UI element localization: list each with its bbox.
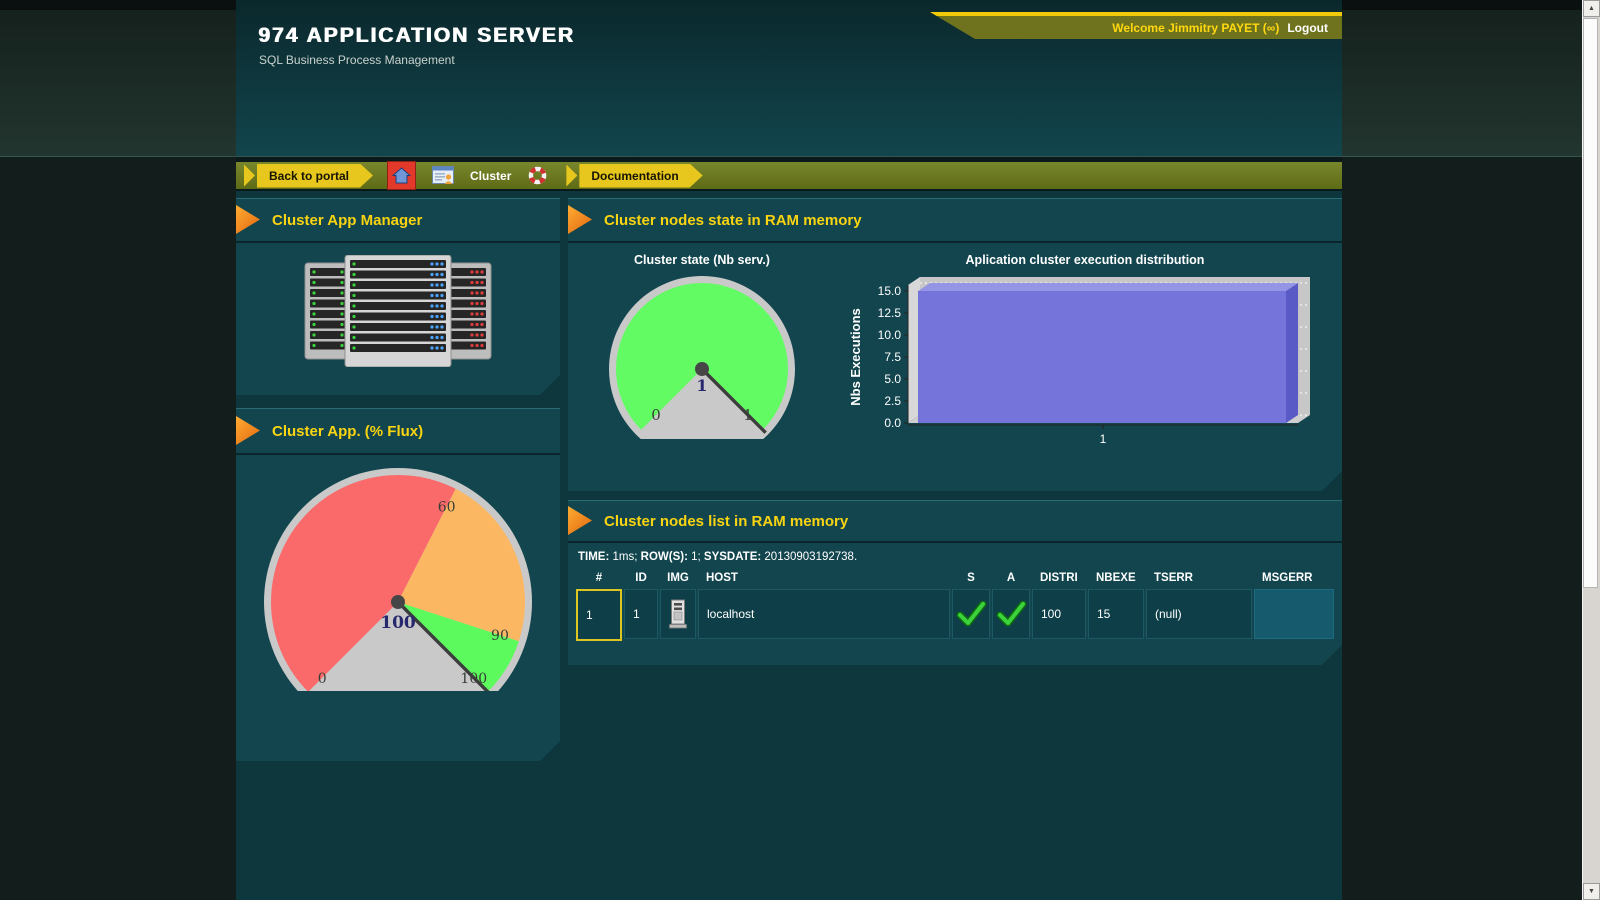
welcome-text: Welcome Jimmitry PAYET (∞) (1112, 21, 1279, 35)
session-banner: Welcome Jimmitry PAYET (∞) Logout (930, 12, 1342, 39)
page-header: 974 APPLICATION SERVER SQL Business Proc… (236, 0, 1342, 156)
nav-home-button[interactable] (387, 161, 416, 190)
cell-img (660, 589, 696, 639)
svg-text:10.0: 10.0 (878, 328, 902, 342)
svg-text:60: 60 (438, 499, 456, 515)
panel-header: Cluster App. (% Flux) (236, 409, 560, 455)
panel-header: Cluster nodes state in RAM memory (568, 199, 1342, 243)
nav-documentation[interactable]: Documentation (579, 164, 702, 188)
panel-nodes-state: Cluster nodes state in RAM memory Cluste… (568, 198, 1342, 491)
panel-title: Cluster nodes state in RAM memory (604, 212, 862, 229)
nav-cluster-item[interactable]: Cluster (470, 169, 511, 183)
home-icon (392, 167, 411, 184)
panel-header: Cluster nodes list in RAM memory (568, 501, 1342, 543)
green-check-icon (955, 601, 987, 627)
svg-text:1: 1 (696, 376, 707, 395)
stat-sysdate-value: 20130903192738. (764, 551, 857, 563)
panel-title: Cluster App Manager (272, 212, 422, 229)
report-icon (432, 166, 454, 186)
cell-s-status (952, 589, 990, 639)
col-a: A (992, 569, 1030, 587)
col-img: IMG (660, 569, 696, 587)
col-id: ID (624, 569, 658, 587)
chart-title: Aplication cluster execution distributio… (966, 253, 1205, 267)
col-tserr: TSERR (1146, 569, 1252, 587)
charts-row: Cluster state (Nb serv.) 0 1 1 Aplication … (568, 243, 1342, 454)
panel-title: Cluster nodes list in RAM memory (604, 513, 848, 530)
svg-text:0: 0 (318, 671, 327, 687)
scroll-thumb[interactable] (1583, 18, 1598, 588)
col-msgerr: MSGERR (1254, 569, 1334, 587)
green-check-icon (995, 601, 1027, 627)
scroll-down-button[interactable]: ▼ (1583, 883, 1600, 900)
panel-cluster-app-flux: Cluster App. (% Flux) 06090100100 (236, 408, 560, 761)
chevron-tip (244, 165, 255, 187)
main-navbar: Back to portal Cluster (236, 162, 1342, 191)
scrollbar[interactable]: ▲ ▼ (1582, 0, 1600, 900)
query-stats: TIME: 1ms; ROW(S): 1; SYSDATE: 201309031… (578, 551, 1342, 563)
flux-gauge-chart: 06090100100 (236, 463, 560, 691)
panel-nodes-list: Cluster nodes list in RAM memory TIME: 1… (568, 500, 1342, 665)
cell-tserr: (null) (1146, 589, 1252, 639)
host-computer-icon (668, 599, 688, 629)
app-subtitle: SQL Business Process Management (259, 53, 455, 67)
col-host: HOST (698, 569, 950, 587)
scroll-up-button[interactable]: ▲ (1583, 0, 1600, 17)
svg-text:Nbs Executions: Nbs Executions (848, 308, 863, 406)
svg-text:0: 0 (651, 406, 661, 424)
cell-host: localhost (698, 589, 950, 639)
panel-arrow-icon (236, 416, 260, 445)
cell-a-status (992, 589, 1030, 639)
logout-link[interactable]: Logout (1287, 21, 1328, 35)
panel-arrow-icon (236, 205, 260, 234)
panel-arrow-icon (568, 506, 592, 535)
chart-title: Cluster state (Nb serv.) (634, 253, 770, 267)
col-num: # (576, 569, 622, 587)
col-s: S (952, 569, 990, 587)
execution-bar-chart: 0.0 2.5 5.0 7.5 10.0 12.5 15.0 1 Nbs Executions (846, 271, 1324, 454)
cell-id: 1 (624, 589, 658, 639)
cell-msgerr (1254, 589, 1334, 639)
bar-chart-block: Aplication cluster execution distributio… (828, 243, 1342, 454)
stat-time-label: TIME: (578, 551, 609, 563)
svg-text:0.0: 0.0 (884, 416, 901, 430)
panel-cluster-app-manager: Cluster App Manager (236, 198, 560, 395)
server-rack-image (236, 255, 560, 367)
col-distri: DISTRI (1032, 569, 1086, 587)
stat-time-value: 1ms; (613, 551, 638, 563)
nav-report-button[interactable] (432, 166, 454, 186)
svg-text:15.0: 15.0 (878, 284, 902, 298)
nodes-table[interactable]: # ID IMG HOST S A DISTRI NBEXE TSERR MSG… (576, 569, 1334, 641)
app-logo: 974 APPLICATION SERVER (258, 24, 575, 48)
state-gauge-block: Cluster state (Nb serv.) 011 (582, 243, 822, 444)
panel-header: Cluster App Manager (236, 199, 560, 243)
state-gauge-chart: 011 (607, 269, 797, 444)
header-divider (0, 156, 1600, 157)
nav-back-to-portal[interactable]: Back to portal (257, 164, 373, 188)
svg-text:5.0: 5.0 (884, 372, 901, 386)
nav-help-button[interactable] (527, 165, 548, 186)
chevron-tip (566, 165, 577, 187)
svg-text:100: 100 (380, 613, 416, 633)
panel-arrow-icon (568, 205, 592, 234)
col-nbexe: NBEXE (1088, 569, 1144, 587)
svg-text:90: 90 (491, 628, 509, 644)
stat-rows-label: ROW(S): (641, 551, 688, 563)
application-window: 974 APPLICATION SERVER SQL Business Proc… (0, 0, 1600, 900)
svg-text:7.5: 7.5 (884, 350, 901, 364)
life-ring-icon (527, 165, 548, 186)
stat-sysdate-label: SYSDATE: (704, 551, 761, 563)
svg-text:1: 1 (1100, 432, 1107, 446)
svg-text:2.5: 2.5 (884, 394, 901, 408)
panel-title: Cluster App. (% Flux) (272, 423, 423, 440)
stat-rows-value: 1; (691, 551, 701, 563)
cell-num: 1 (576, 589, 622, 641)
content-column: 974 APPLICATION SERVER SQL Business Proc… (236, 0, 1342, 900)
cell-distri: 100 (1032, 589, 1086, 639)
cell-nbexe: 15 (1088, 589, 1144, 639)
svg-text:12.5: 12.5 (878, 306, 902, 320)
